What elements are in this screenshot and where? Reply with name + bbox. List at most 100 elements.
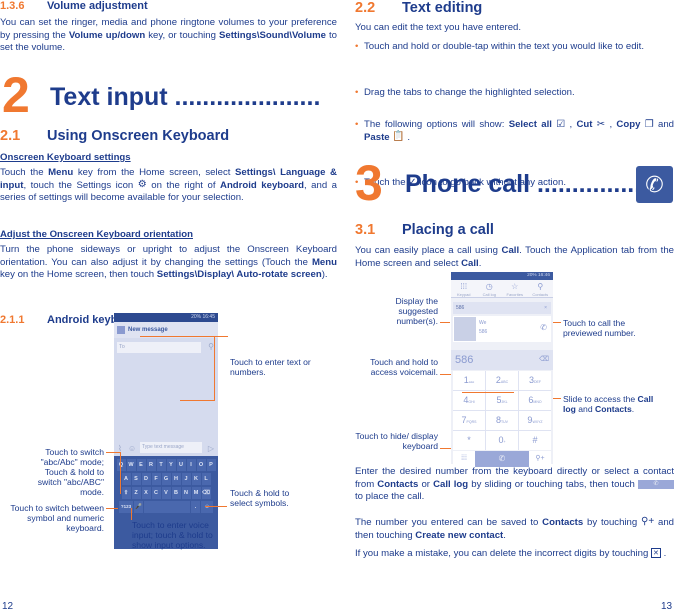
enter-number-paragraph: Enter the desired number from the keyboa…: [355, 466, 674, 503]
keyboard-key[interactable]: J: [181, 473, 191, 485]
emoji-key[interactable]: ☺: [201, 501, 213, 513]
left-page: 1.3.6 Volume adjustment You can set the r…: [0, 0, 337, 615]
keyboard-screenshot: 20% 16:45 New message To ⚲ ⌇ ☺ Type text…: [114, 313, 218, 549]
tab-contacts[interactable]: ⚲ Contacts: [528, 280, 554, 297]
tab-call-log[interactable]: ◷ Call log: [477, 280, 503, 297]
keyboard-key[interactable]: F: [151, 473, 161, 485]
phone-app-icon: ✆: [636, 166, 673, 203]
keyboard-key[interactable]: M: [191, 487, 201, 499]
keypad-toggle-icon[interactable]: ⁞⁞⁞: [453, 451, 475, 467]
keyboard-key[interactable]: R: [146, 459, 156, 471]
keyboard-key[interactable]: D: [141, 473, 151, 485]
call-button[interactable]: ✆: [475, 451, 529, 467]
emoji-icon[interactable]: ☺: [128, 444, 136, 453]
settings-gear-icon: ⚙: [137, 179, 147, 191]
dial-key[interactable]: 1ωω: [453, 371, 485, 390]
intro-text: You can edit the text you have entered.: [355, 22, 522, 33]
dial-key[interactable]: 8TUV: [486, 411, 518, 430]
keyboard-key[interactable]: N: [181, 487, 191, 499]
section-heading-2-1: 2.1 Using Onscreen Keyboard: [0, 128, 230, 144]
suggested-contact[interactable]: We 586 ✆: [453, 316, 551, 342]
keyboard-key[interactable]: G: [161, 473, 171, 485]
dial-key[interactable]: 6MNO: [519, 391, 551, 410]
callout-voice: Touch to enter voice input; touch & hold…: [132, 520, 213, 550]
close-icon[interactable]: ×: [544, 302, 547, 314]
search-field[interactable]: 586 ×: [453, 302, 551, 314]
callout-switch-symbol: Touch to switch between symbol and numer…: [10, 503, 104, 533]
paste-icon: 📋: [392, 131, 405, 143]
backspace-icon[interactable]: ⌫: [539, 350, 549, 370]
keyboard-key[interactable]: S: [131, 473, 141, 485]
tab-favorites[interactable]: ☆ Favorites: [502, 280, 528, 297]
keyboard-key[interactable]: ⇧: [121, 487, 131, 499]
section-heading-1-3-6: 1.3.6 Volume adjustment: [0, 0, 148, 12]
keyboard-row: ⇧ Z X C V B N M ⌫: [116, 487, 216, 499]
keyboard-key[interactable]: T: [156, 459, 166, 471]
select-all-icon: ☑: [556, 118, 566, 130]
dial-key[interactable]: 3DEF: [519, 371, 551, 390]
keyboard-key[interactable]: I: [186, 459, 196, 471]
dial-key[interactable]: 9WXYZ: [519, 411, 551, 430]
keyboard-key[interactable]: Y: [166, 459, 176, 471]
dial-key[interactable]: 5JKL: [486, 391, 518, 410]
keyboard-key[interactable]: P: [206, 459, 216, 471]
chapter-number: 2: [2, 67, 30, 123]
dial-key[interactable]: 4GHI: [453, 391, 485, 410]
callout-line: [205, 506, 227, 507]
message-input[interactable]: Type text message: [140, 442, 202, 453]
callout-line: [180, 400, 215, 401]
keyboard-key[interactable]: H: [171, 473, 181, 485]
dialed-number: 586 ⌫: [451, 350, 553, 370]
tab-keypad[interactable]: ⁞⁞⁞ Keypad: [451, 280, 477, 297]
period-key[interactable]: .: [191, 501, 200, 513]
dialer-bottom-bar: ⁞⁞⁞ ✆ ⚲+: [453, 451, 551, 467]
dial-key[interactable]: *: [453, 431, 485, 450]
keyboard-key[interactable]: K: [191, 473, 201, 485]
add-contact-icon: ⚲+: [641, 516, 655, 528]
keyboard-key[interactable]: V: [161, 487, 171, 499]
dialer-tabs: ⁞⁞⁞ Keypad ◷ Call log ☆ Favorites ⚲ Contacts: [451, 280, 553, 298]
section-heading-3-1: 3.1 Placing a call: [355, 222, 494, 238]
keyboard-settings-paragraph: Touch the Menu key from the Home screen,…: [0, 167, 338, 204]
keyboard-key[interactable]: C: [151, 487, 161, 499]
keyboard-key[interactable]: X: [141, 487, 151, 499]
keyboard-row: ASDFGHJKL: [116, 473, 216, 485]
status-bar: 20% 16:46: [451, 272, 553, 280]
call-icon[interactable]: ✆: [540, 323, 547, 332]
keyboard-key[interactable]: O: [196, 459, 206, 471]
subheading-keyboard-settings: Onscreen Keyboard settings: [0, 152, 131, 163]
callout-line: [106, 452, 120, 453]
callout-line: [214, 336, 215, 400]
callout-enter-text: Touch to enter text or numbers.: [230, 357, 311, 377]
cut-icon: ✂: [596, 118, 606, 130]
bullet-item: The following options will show: Select …: [355, 119, 674, 144]
avatar: [454, 317, 476, 341]
keyboard-key[interactable]: B: [171, 487, 181, 499]
mic-key[interactable]: 🎤: [134, 501, 143, 513]
keyboard-key[interactable]: A: [121, 473, 131, 485]
to-field[interactable]: To: [117, 342, 201, 353]
callout-line: [106, 508, 118, 509]
keyboard-key[interactable]: L: [201, 473, 211, 485]
add-contact-icon[interactable]: ⚲+: [529, 451, 551, 467]
page-number: 13: [661, 601, 673, 612]
keyboard-key[interactable]: U: [176, 459, 186, 471]
keyboard-key[interactable]: E: [136, 459, 146, 471]
callout-slide: Slide to access the Call log and Contact…: [563, 394, 654, 414]
keyboard-key[interactable]: W: [126, 459, 136, 471]
callout-line: [120, 452, 121, 494]
message-icon: [117, 326, 125, 334]
page-number: 12: [2, 601, 14, 612]
keyboard-key[interactable]: Q: [116, 459, 126, 471]
dial-key[interactable]: 2ABC: [486, 371, 518, 390]
send-icon[interactable]: ▷: [208, 444, 214, 453]
dial-key[interactable]: #: [519, 431, 551, 450]
dial-key[interactable]: 7PQRS: [453, 411, 485, 430]
callout-suggested: Display the suggested number(s).: [395, 296, 438, 326]
section-heading-2-2: 2.2 Text editing: [355, 0, 483, 16]
keyboard-key[interactable]: Z: [131, 487, 141, 499]
callout-hide-keyboard: Touch to hide/ display keyboard: [355, 431, 438, 451]
keyboard-key[interactable]: ⌫: [201, 487, 211, 499]
dial-key[interactable]: 0+: [486, 431, 518, 450]
space-key[interactable]: [144, 501, 190, 513]
